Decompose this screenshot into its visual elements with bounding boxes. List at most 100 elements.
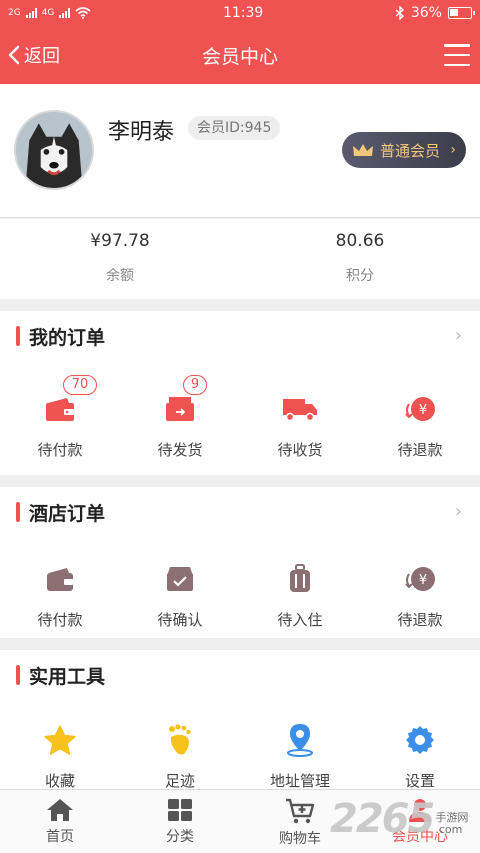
hotel-label: 待确认 — [157, 611, 203, 629]
tab-home[interactable]: 首页 — [0, 790, 120, 853]
hotel-orders-title: 酒店订单 — [29, 502, 106, 525]
refund-icon: ¥ — [403, 389, 437, 429]
signal-label-2: 4G — [41, 8, 55, 18]
tab-category[interactable]: 分类 — [120, 790, 240, 853]
truck-icon — [282, 389, 318, 429]
home-icon — [47, 799, 73, 821]
tab-cart[interactable]: 购物车 — [240, 790, 360, 853]
hotel-label: 待入住 — [277, 611, 323, 629]
app-header: 2G 4G 11:39 36% 返回 会员中心 — [0, 0, 480, 84]
balance-item[interactable]: ¥97.78 余额 — [0, 219, 240, 299]
location-icon — [286, 720, 314, 760]
signal-indicators: 2G 4G — [8, 7, 91, 19]
balance-row: ¥97.78 余额 80.66 积分 — [0, 219, 480, 299]
tool-label: 地址管理 — [269, 772, 330, 790]
hotel-orders-header[interactable]: 酒店订单 › — [0, 487, 480, 537]
signal-label-1: 2G — [8, 8, 21, 18]
section-accent-bar — [16, 665, 20, 685]
tab-label: 购物车 — [279, 831, 321, 847]
crown-icon — [353, 144, 373, 156]
hotel-pending-payment[interactable]: 待付款 — [0, 559, 120, 630]
cart-icon — [286, 798, 315, 824]
user-icon — [409, 799, 431, 822]
profile-card: 李明泰 会员ID:945 普通会员 › — [0, 84, 480, 218]
bluetooth-icon — [395, 6, 404, 20]
tab-label: 首页 — [46, 829, 74, 845]
order-pending-shipment[interactable]: 9 待发货 — [120, 375, 240, 460]
order-label: 待退款 — [397, 441, 443, 459]
points-item[interactable]: 80.66 积分 — [240, 219, 480, 299]
status-right: 36% — [395, 5, 475, 21]
hamburger-menu-icon[interactable] — [444, 44, 470, 66]
husky-avatar-image — [16, 112, 92, 188]
hotel-label: 待退款 — [397, 611, 443, 629]
tab-label: 会员中心 — [392, 829, 448, 845]
hotel-pending-confirm[interactable]: 待确认 — [120, 559, 240, 630]
tool-favorites[interactable]: 收藏 — [0, 720, 120, 791]
member-level-button[interactable]: 普通会员 › — [342, 132, 466, 168]
hotel-pending-checkin[interactable]: 待入住 — [240, 559, 360, 630]
order-label: 待收货 — [277, 441, 323, 459]
chevron-right-icon: › — [454, 501, 462, 522]
member-level-label: 普通会员 — [380, 141, 441, 160]
balance-label: 余额 — [106, 268, 134, 284]
my-orders-grid: 70 待付款 9 待发货 待收货 ¥ 待退款 — [0, 361, 480, 460]
nav-bar: 返回 会员中心 — [0, 26, 480, 84]
category-grid-icon — [168, 799, 192, 821]
my-orders-header[interactable]: 我的订单 › — [0, 311, 480, 361]
hotel-orders-card: 酒店订单 › 待付款 待确认 待入住 ¥ 待退款 — [0, 487, 480, 638]
section-accent-bar — [16, 502, 20, 522]
chevron-right-icon: › — [450, 142, 456, 158]
section-accent-bar — [16, 326, 20, 346]
tools-grid: 收藏 足迹 地址管理 设置 — [0, 700, 480, 791]
signal-bars-icon — [25, 8, 37, 18]
hotel-label: 待付款 — [37, 611, 83, 629]
points-label: 积分 — [346, 268, 374, 284]
gear-icon — [404, 720, 436, 760]
tool-settings[interactable]: 设置 — [360, 720, 480, 791]
tools-title: 实用工具 — [29, 665, 106, 688]
check-box-icon — [166, 559, 194, 599]
svg-text:¥: ¥ — [419, 403, 427, 418]
chevron-right-icon: › — [454, 325, 462, 346]
tool-label: 设置 — [404, 772, 435, 790]
page-title: 会员中心 — [201, 45, 278, 68]
member-id-badge: 会员ID:945 — [188, 116, 281, 140]
signal-bars-icon — [59, 8, 71, 18]
tools-header: 实用工具 — [0, 650, 480, 700]
tool-label: 收藏 — [44, 772, 75, 790]
footprint-icon — [167, 720, 193, 760]
tool-footprints[interactable]: 足迹 — [120, 720, 240, 791]
order-label: 待付款 — [37, 441, 83, 459]
tools-card: 实用工具 收藏 足迹 地址管理 设置 — [0, 650, 480, 791]
bottom-tab-bar: 首页 分类 购物车 会员中心 — [0, 789, 480, 853]
hotel-orders-grid: 待付款 待确认 待入住 ¥ 待退款 — [0, 537, 480, 630]
wifi-icon — [75, 7, 91, 19]
refund-icon: ¥ — [403, 559, 437, 599]
my-orders-title: 我的订单 — [29, 326, 106, 349]
outbox-icon: 9 — [165, 375, 207, 429]
tab-member-center[interactable]: 会员中心 — [360, 790, 480, 853]
user-name: 李明泰 — [108, 120, 175, 145]
avatar[interactable] — [14, 110, 94, 190]
order-pending-receipt[interactable]: 待收货 — [240, 389, 360, 460]
balance-value: ¥97.78 — [90, 231, 150, 251]
tool-label: 足迹 — [164, 772, 195, 790]
wallet-icon — [46, 559, 74, 599]
svg-text:¥: ¥ — [419, 573, 427, 588]
back-button[interactable]: 返回 — [8, 42, 60, 68]
my-orders-card: 我的订单 › 70 待付款 9 待发货 待收货 ¥ 待退款 — [0, 311, 480, 475]
tool-address[interactable]: 地址管理 — [240, 720, 360, 791]
order-pending-refund[interactable]: ¥ 待退款 — [360, 389, 480, 460]
tab-label: 分类 — [166, 829, 194, 845]
battery-percent: 36% — [410, 5, 442, 21]
chevron-left-icon — [8, 45, 20, 65]
wallet-icon: 70 — [45, 375, 97, 429]
battery-icon — [447, 7, 475, 19]
count-badge: 70 — [63, 375, 97, 395]
points-value: 80.66 — [335, 231, 385, 251]
hotel-pending-refund[interactable]: ¥ 待退款 — [360, 559, 480, 630]
star-icon — [44, 720, 76, 760]
status-bar: 2G 4G 11:39 36% — [0, 0, 480, 26]
order-pending-payment[interactable]: 70 待付款 — [0, 375, 120, 460]
